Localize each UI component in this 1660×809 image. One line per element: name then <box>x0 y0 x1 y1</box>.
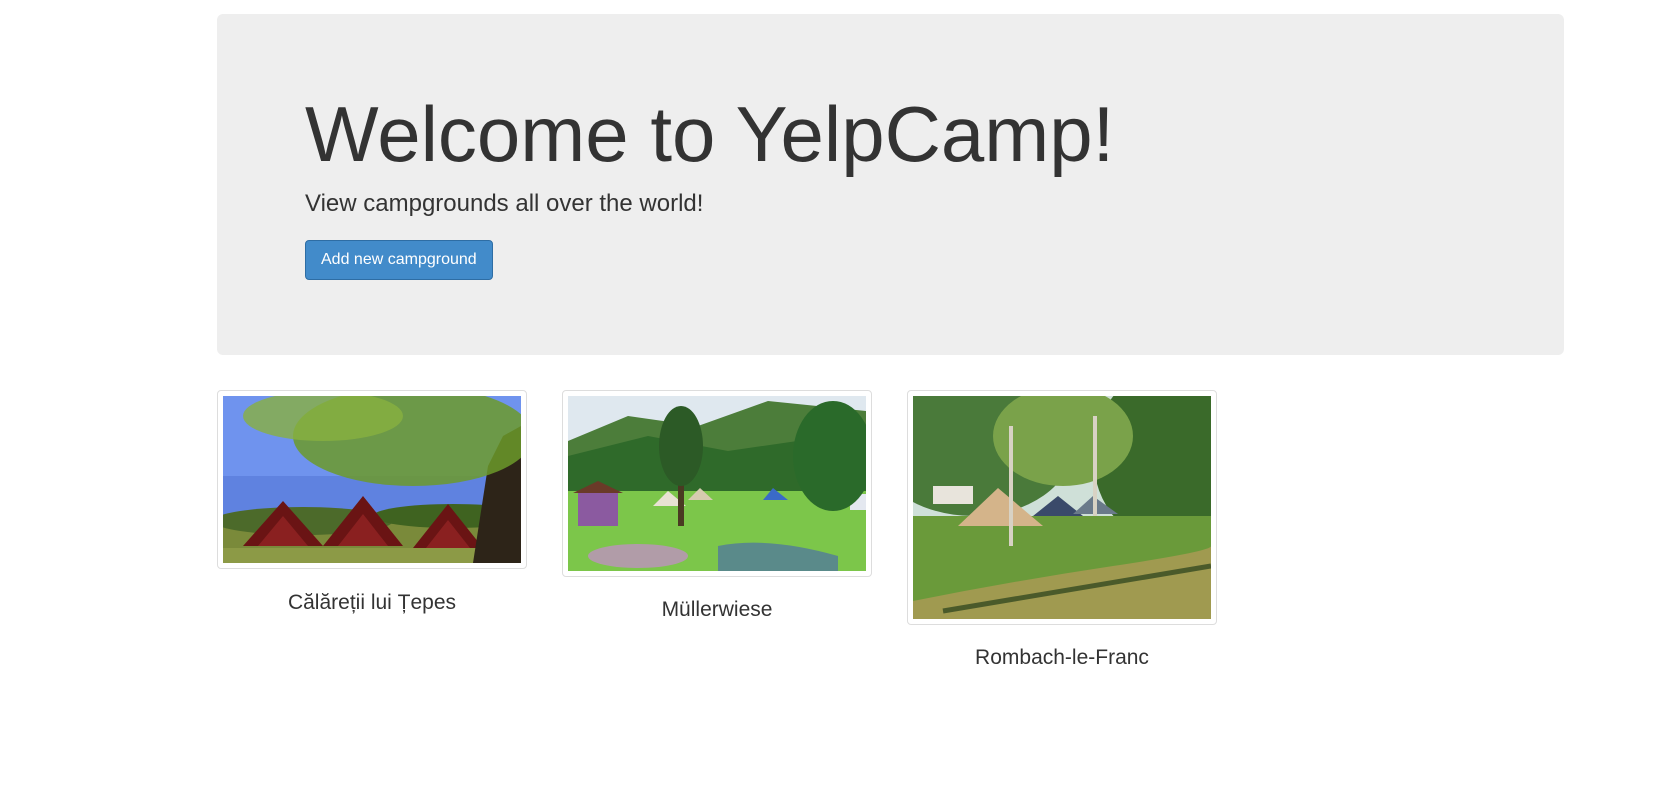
campground-card[interactable] <box>562 390 872 577</box>
jumbotron: Welcome to YelpCamp! View campgrounds al… <box>217 14 1564 355</box>
campground-name: Müllerwiese <box>661 598 773 621</box>
campground-card[interactable] <box>217 390 527 569</box>
add-campground-button[interactable]: Add new campground <box>305 240 493 280</box>
campground-card[interactable] <box>907 390 1217 625</box>
campground-image <box>913 396 1211 619</box>
campground-name: Rombach-le-Franc <box>975 646 1149 669</box>
page-subtitle: View campgrounds all over the world! <box>305 190 704 217</box>
campground-name: Călăreții lui Țepes <box>287 591 457 614</box>
campground-image <box>568 396 866 571</box>
page-title: Welcome to YelpCamp! <box>305 90 1115 178</box>
campground-image <box>223 396 521 563</box>
